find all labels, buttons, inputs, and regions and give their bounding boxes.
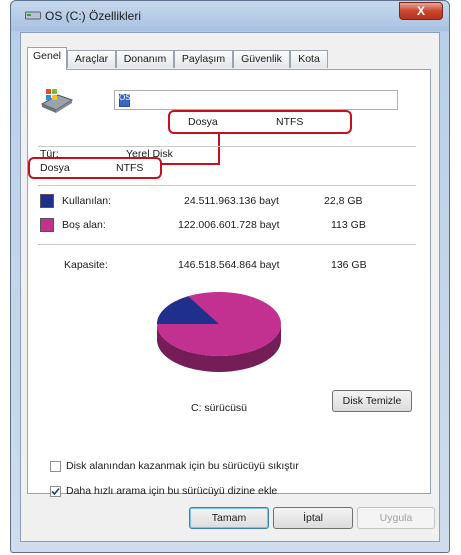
callout-connector <box>160 163 220 165</box>
separator <box>38 185 416 186</box>
compress-checkbox[interactable] <box>50 461 61 472</box>
drive-icon <box>40 89 74 113</box>
separator <box>38 146 416 147</box>
disk-cleanup-button[interactable]: Disk Temizle <box>332 390 412 412</box>
used-size: 22,8 GB <box>324 195 363 207</box>
drive-name-value: OS <box>119 93 131 102</box>
drive-label: C: sürücüsü <box>191 402 248 414</box>
filesystem-highlight: Dosya NTFS <box>28 157 162 179</box>
free-label: Boş alan: <box>62 219 106 231</box>
apply-button[interactable]: Uygula <box>357 507 435 529</box>
index-label: Daha hızlı arama için bu sürücüyü dizine… <box>66 485 278 497</box>
drive-icon <box>25 11 41 20</box>
ok-button[interactable]: Tamam <box>189 507 269 529</box>
close-button[interactable]: X <box>399 2 443 20</box>
window-title: OS (C:) Özellikleri <box>45 9 142 23</box>
properties-window: OS (C:) Özellikleri X Genel Araçlar Dona… <box>10 0 450 553</box>
separator <box>38 244 416 245</box>
tab-donanim[interactable]: Donanım <box>116 50 174 68</box>
capacity-bytes: 146.518.564.864 bayt <box>178 259 280 271</box>
used-color-swatch <box>40 194 54 208</box>
callout-connector <box>218 132 220 165</box>
index-checkbox[interactable] <box>50 486 61 497</box>
filesystem-label: Dosya <box>40 162 70 174</box>
dialog-client: Genel Araçlar Donanım Paylaşım Güvenlik … <box>20 32 440 542</box>
used-bytes: 24.511.963.136 bayt <box>184 195 279 207</box>
capacity-label: Kapasite: <box>64 259 108 271</box>
disk-usage-pie <box>157 292 281 372</box>
capacity-size: 136 GB <box>331 259 367 271</box>
used-label: Kullanılan: <box>62 195 112 207</box>
tab-kota[interactable]: Kota <box>290 50 328 68</box>
filesystem-value: NTFS <box>116 162 144 174</box>
tab-paylasim[interactable]: Paylaşım <box>174 50 233 68</box>
callout-label: Dosya <box>188 116 218 128</box>
drive-name-input[interactable]: OS <box>114 90 398 110</box>
cancel-button[interactable]: İptal <box>273 507 353 529</box>
free-size: 113 GB <box>331 219 366 231</box>
filesystem-callout: Dosya NTFS <box>168 110 352 134</box>
free-color-swatch <box>40 218 54 232</box>
free-bytes: 122.006.601.728 bayt <box>178 219 280 231</box>
compress-label: Disk alanından kazanmak için bu sürücüyü… <box>66 460 299 472</box>
tab-guvenlik[interactable]: Güvenlik <box>233 50 290 68</box>
callout-value: NTFS <box>276 116 304 128</box>
tab-araclar[interactable]: Araçlar <box>67 50 116 68</box>
general-panel: OS Dosya NTFS Tür: Yerel Disk Dosya NTFS… <box>27 69 431 497</box>
tab-genel[interactable]: Genel <box>27 47 67 70</box>
title-bar[interactable]: OS (C:) Özellikleri X <box>11 1 449 31</box>
checkmark-icon <box>51 487 60 496</box>
